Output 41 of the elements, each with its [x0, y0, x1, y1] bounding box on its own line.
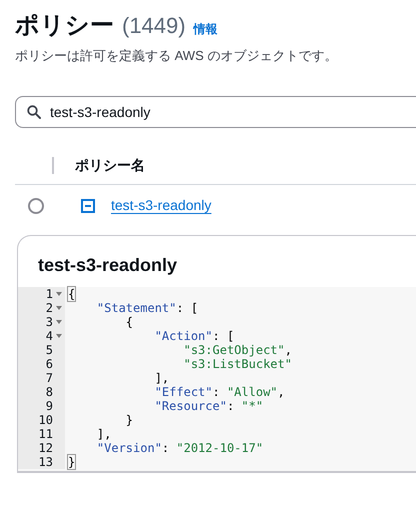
- code-line: "s3:GetObject",: [182, 342, 292, 356]
- fold-icon[interactable]: [56, 320, 62, 324]
- code-line: "s3:ListBucket": [182, 356, 292, 370]
- code-line: ],: [154, 370, 170, 384]
- line-number: 4: [46, 328, 53, 342]
- line-number: 13: [38, 454, 53, 468]
- line-number: 3: [46, 314, 53, 328]
- line-number: 6: [46, 356, 53, 370]
- code-line: "Resource": "*": [154, 398, 264, 412]
- line-number: 2: [46, 300, 53, 314]
- page-title: ポリシー: [15, 11, 114, 41]
- column-header: ポリシー名: [75, 156, 145, 174]
- code-line: }: [67, 454, 76, 468]
- collapse-icon[interactable]: [81, 198, 95, 212]
- fold-icon[interactable]: [56, 334, 62, 338]
- line-number: 8: [46, 384, 53, 398]
- code-line: "Version": "2012-10-17": [96, 440, 264, 454]
- policy-link[interactable]: test-s3-readonly: [111, 195, 212, 216]
- fold-icon[interactable]: [56, 306, 62, 310]
- code-line: }: [124, 412, 134, 426]
- code-line: "Action": [: [154, 328, 234, 342]
- code-line: "Effect": "Allow",: [154, 384, 285, 398]
- code-line: {: [124, 314, 134, 328]
- line-number: 9: [46, 398, 53, 412]
- code-line: "Statement": [: [96, 300, 198, 314]
- line-number: 11: [38, 426, 53, 440]
- info-link[interactable]: 情報: [194, 20, 218, 38]
- page-description: ポリシーは許可を定義する AWS のオブジェクトです。: [15, 47, 338, 65]
- policy-count: (1449): [122, 12, 186, 40]
- line-number: 7: [46, 370, 53, 384]
- radio-button[interactable]: [28, 198, 44, 214]
- code-line: {: [67, 286, 76, 300]
- fold-icon[interactable]: [56, 292, 62, 296]
- code-line: ],: [96, 426, 112, 440]
- code-editor[interactable]: 1 { 2 "Statement": [ 3 { 4 "Action": [ 5 "s3:GetObject", 6 "s3:ListBucket" 7 ], 8 "Effect": "Allow", 9 "Resource": "*" 10 } 11 ], 12 "Version": "2012-10-17" 13 }: [18, 286, 416, 472]
- search-field[interactable]: test-s3-readonly: [15, 96, 416, 128]
- line-number: 1: [46, 286, 53, 300]
- line-number: 12: [38, 440, 53, 454]
- line-number: 10: [38, 412, 53, 426]
- panel-title: test-s3-readonly: [37, 254, 178, 277]
- line-number: 5: [46, 342, 53, 356]
